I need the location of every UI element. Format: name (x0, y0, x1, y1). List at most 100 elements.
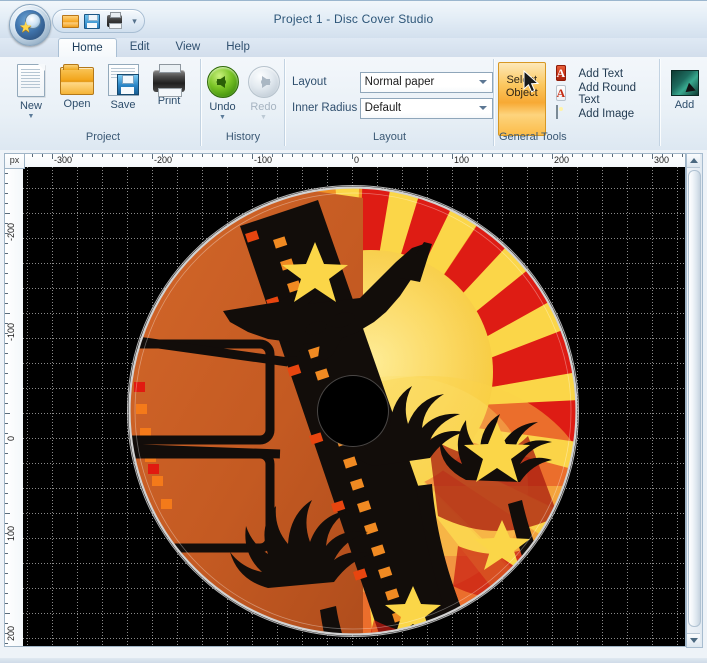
title-bar: ★ ▾ Project 1 - Disc Cover Studio (0, 0, 707, 46)
ruler-tick (5, 403, 8, 404)
layout-combobox[interactable]: Normal paper (359, 71, 493, 93)
ruler-tick (5, 383, 8, 384)
ruler-tick (432, 154, 433, 157)
ruler-unit-label: px (4, 153, 25, 169)
layout-label: Layout (292, 76, 327, 88)
application-menu-orb[interactable]: ★ (9, 4, 51, 46)
ruler-tick (202, 154, 203, 157)
workspace: px -300 -200 -100 0 100 200 300 -200 -100 0 100 20… (0, 150, 707, 663)
ruler-tick (5, 433, 8, 434)
ruler-tick (402, 154, 403, 157)
ruler-tick (362, 154, 363, 157)
ruler-tick (5, 393, 8, 394)
design-canvas[interactable] (23, 167, 686, 647)
ruler-tick (212, 154, 213, 157)
ruler-tick (112, 154, 113, 157)
folder-open-icon (60, 64, 94, 95)
chevron-down-icon[interactable]: ▼ (28, 113, 35, 120)
ruler-tick (5, 443, 8, 444)
disc-object[interactable] (128, 186, 578, 636)
ruler-tick (592, 154, 593, 157)
ruler-tick (5, 283, 8, 284)
inner-radius-combobox-value: Default (364, 102, 402, 114)
open-button[interactable]: Open (54, 61, 100, 128)
printer-icon (153, 64, 185, 97)
ruler-label: -100 (254, 155, 273, 165)
ruler-tick (512, 154, 513, 157)
ruler-tick (672, 154, 673, 157)
tab-home[interactable]: Home (58, 38, 117, 59)
ruler-tick (582, 154, 583, 157)
ruler-tick (5, 583, 8, 584)
ruler-tick (242, 154, 243, 157)
ruler-tick (502, 154, 503, 157)
select-object-button[interactable]: Select Object (498, 62, 546, 136)
chevron-down-icon[interactable]: ▼ (260, 114, 267, 121)
ruler-tick (92, 154, 93, 157)
ruler-tick (622, 154, 623, 157)
ruler-tick (5, 523, 8, 524)
inner-radius-combobox[interactable]: Default (359, 97, 493, 119)
tab-view[interactable]: View (163, 38, 214, 57)
ribbon-tab-strip: Home Edit View Help (0, 38, 707, 59)
save-button[interactable]: Save (100, 61, 146, 128)
ruler-tick (372, 154, 373, 157)
ruler-label: 0 (354, 155, 360, 165)
tab-help[interactable]: Help (213, 38, 263, 57)
undo-button[interactable]: Undo ▼ (202, 61, 243, 130)
new-button-label: New (19, 100, 42, 112)
ruler-tick (302, 154, 303, 157)
ruler-tick (5, 623, 8, 624)
chevron-down-icon[interactable] (479, 105, 487, 110)
scroll-down-button[interactable] (687, 633, 700, 647)
ruler-tick (5, 453, 8, 454)
chevron-down-icon[interactable] (479, 79, 487, 84)
ruler-tick (422, 154, 423, 157)
save-disk-icon (107, 64, 139, 96)
general-tools-list: A Add Text A Add Round Text Add Image (554, 64, 659, 124)
chevron-up-icon (689, 158, 698, 163)
add-object-icon (670, 70, 699, 96)
ruler-tick (332, 154, 333, 157)
ruler-tick (522, 154, 523, 157)
scroll-up-button[interactable] (687, 154, 700, 168)
vertical-ruler[interactable]: -200 -100 0 100 200 (4, 167, 25, 647)
ruler-tick (102, 154, 103, 157)
chevron-down-icon[interactable]: ▼ (219, 114, 226, 121)
ruler-tick (5, 423, 8, 424)
ruler-label: 0 (6, 435, 16, 441)
ruler-label: -100 (6, 322, 16, 341)
ruler-tick (492, 154, 493, 157)
add-button[interactable]: Add (662, 67, 707, 134)
ruler-tick (5, 603, 8, 604)
canvas-vertical-scrollbar[interactable] (686, 153, 703, 648)
print-button[interactable]: Print (146, 61, 192, 128)
ruler-tick (122, 154, 123, 157)
add-round-text-button[interactable]: A Add Round Text (554, 82, 659, 106)
ruler-tick (272, 154, 273, 157)
new-button[interactable]: New ▼ (8, 61, 54, 128)
redo-button[interactable]: Redo ▼ (243, 61, 284, 130)
ruler-tick (5, 183, 8, 184)
ruler-tick (5, 563, 8, 564)
ruler-tick (5, 173, 8, 174)
ruler-tick (5, 503, 8, 504)
ribbon-group-project-title: Project (85, 131, 121, 143)
letter-a-icon: A (555, 65, 567, 81)
ribbon-group-general-tools-title: General Tools (499, 131, 567, 143)
ruler-tick (222, 154, 223, 157)
ruler-tick (312, 154, 313, 157)
scrollbar-thumb[interactable] (688, 170, 701, 627)
ruler-tick (5, 313, 10, 314)
ruler-tick (292, 154, 293, 157)
ruler-tick (5, 493, 8, 494)
add-text-button[interactable]: A Add Text (554, 64, 659, 84)
ruler-tick (132, 154, 133, 157)
ribbon-group-general-tools-body: Select Object A Add Text A Add Round Tex… (495, 61, 659, 136)
letter-a-round-icon: A (555, 85, 567, 101)
ruler-tick (142, 154, 143, 157)
add-image-button[interactable]: Add Image (554, 104, 659, 124)
ruler-label: 200 (554, 155, 570, 165)
window-title: Project 1 - Disc Cover Studio (273, 12, 434, 26)
tab-edit[interactable]: Edit (117, 38, 163, 57)
